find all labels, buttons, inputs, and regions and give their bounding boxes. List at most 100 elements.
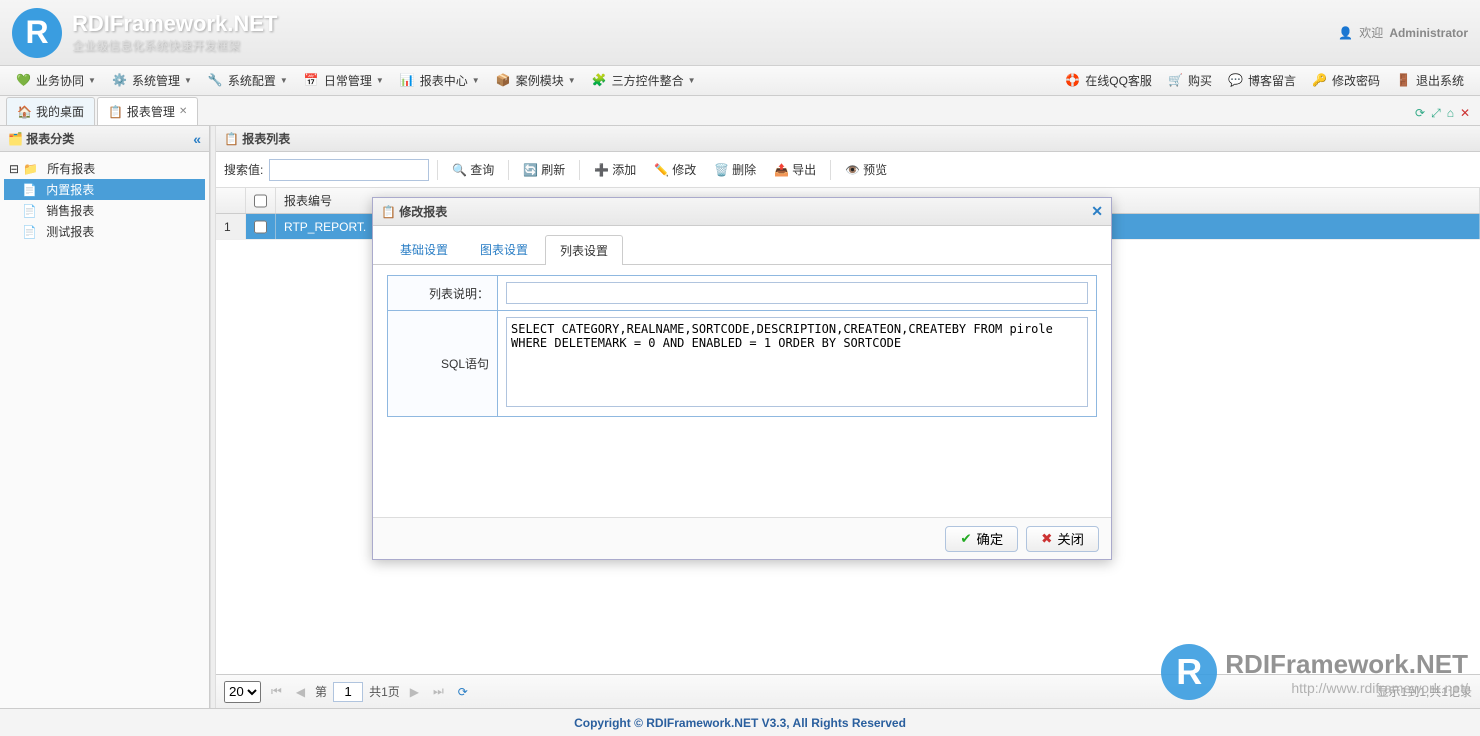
menu-business[interactable]: 💚业务协同▼ (8, 68, 104, 93)
export-icon: 📤 (774, 163, 789, 177)
edit-button[interactable]: ✏️修改 (648, 158, 702, 181)
page-tabbar: 🏠我的桌面 📋报表管理✕ ⟳ ⤢ ⌂ ✕ (0, 96, 1480, 126)
tab-desktop[interactable]: 🏠我的桌面 (6, 97, 95, 125)
page-size-select[interactable]: 20 (224, 681, 261, 703)
select-all-checkbox[interactable] (254, 194, 267, 208)
heart-icon: 💚 (16, 73, 32, 89)
app-header: R RDIFramework.NET 企业级信息化系统快速开发框架 👤 欢迎 A… (0, 0, 1480, 66)
menu-password[interactable]: 🔑修改密码 (1304, 68, 1388, 93)
menu-blog[interactable]: 💬博客留言 (1220, 68, 1304, 93)
add-icon: ➕ (594, 163, 609, 177)
dialog-tab-chart[interactable]: 图表设置 (465, 234, 543, 264)
menu-thirdparty[interactable]: 🧩三方控件整合▼ (584, 68, 704, 93)
logo-icon: R (12, 8, 62, 58)
search-input[interactable] (269, 159, 429, 181)
menu-qq[interactable]: 🛟在线QQ客服 (1057, 68, 1160, 93)
collapse-left-icon[interactable]: « (193, 131, 201, 147)
page-current-input[interactable] (333, 682, 363, 702)
delete-button[interactable]: 🗑️删除 (708, 158, 762, 181)
dialog-buttons: ✔确定 ✖关闭 (373, 517, 1111, 559)
main-title: 报表列表 (242, 130, 290, 147)
sidebar: 🗂️ 报表分类 « ⊟📁 所有报表 📄 内置报表 📄 销售报表 📄 测试报表 (0, 126, 210, 708)
menu-report[interactable]: 📊报表中心▼ (392, 68, 488, 93)
toolbar: 搜索值: 🔍查询 🔄刷新 ➕添加 ✏️修改 🗑️删除 📤导出 👁️预览 (216, 152, 1480, 188)
sidebar-header: 🗂️ 报表分类 « (0, 126, 209, 152)
support-icon: 🛟 (1065, 73, 1081, 89)
preview-button[interactable]: 👁️预览 (839, 158, 893, 181)
check-icon: ✔ (960, 531, 971, 547)
col-checkbox (246, 188, 276, 213)
menu-daily[interactable]: 📅日常管理▼ (296, 68, 392, 93)
tree-node-sales[interactable]: 📄 销售报表 (4, 200, 205, 221)
report-tree: ⊟📁 所有报表 📄 内置报表 📄 销售报表 📄 测试报表 (0, 152, 209, 248)
add-button[interactable]: ➕添加 (588, 158, 642, 181)
page-info: 显示1到1,共1记录 (1377, 683, 1472, 700)
dialog-title: 修改报表 (399, 203, 447, 220)
report-icon: 📋 (108, 105, 123, 119)
page-last-icon[interactable]: ⏭ (429, 682, 448, 701)
ok-button[interactable]: ✔确定 (945, 526, 1018, 552)
desc-label: 列表说明： (388, 276, 498, 311)
menu-buy[interactable]: 🛒购买 (1160, 68, 1220, 93)
search-label: 搜索值: (224, 161, 263, 178)
logo-block: R RDIFramework.NET 企业级信息化系统快速开发框架 (12, 8, 277, 58)
export-button[interactable]: 📤导出 (768, 158, 822, 181)
dialog-tab-basic[interactable]: 基础设置 (385, 234, 463, 264)
comment-icon: 💬 (1228, 73, 1244, 89)
menu-logout[interactable]: 🚪退出系统 (1388, 68, 1472, 93)
cancel-icon: ✖ (1041, 531, 1052, 547)
dialog-titlebar[interactable]: 📋 修改报表 ✕ (373, 198, 1111, 226)
wrench-icon: 🔧 (208, 73, 224, 89)
dialog-tab-list[interactable]: 列表设置 (545, 235, 623, 265)
user-icon: 👤 (1338, 26, 1353, 40)
row-checkbox[interactable] (254, 220, 267, 234)
gear-icon: ⚙️ (112, 73, 128, 89)
tree-collapse-icon[interactable]: ⊟ (8, 162, 20, 176)
folder-icon: 📁 (23, 162, 38, 176)
dialog-body: 列表说明： SQL语句 SELECT CATEGORY,REALNAME,SOR… (373, 265, 1111, 427)
page-reload-icon[interactable]: ⟳ (454, 683, 472, 701)
refresh-button[interactable]: 🔄刷新 (517, 158, 571, 181)
tree-node-test[interactable]: 📄 测试报表 (4, 221, 205, 242)
page-first-icon[interactable]: ⏮ (267, 682, 286, 701)
dialog-spacer (373, 427, 1111, 517)
tab-close-icon[interactable]: ✕ (179, 106, 187, 117)
tab-report-manage[interactable]: 📋报表管理✕ (97, 97, 198, 125)
main-menubar: 💚业务协同▼ ⚙️系统管理▼ 🔧系统配置▼ 📅日常管理▼ 📊报表中心▼ 📦案例模… (0, 66, 1480, 96)
edit-icon: ✏️ (654, 163, 669, 177)
dialog-tabs: 基础设置 图表设置 列表设置 (373, 226, 1111, 265)
tab-tool-close-icon[interactable]: ✕ (1460, 106, 1470, 121)
dialog-close-icon[interactable]: ✕ (1091, 203, 1103, 220)
col-rownum (216, 188, 246, 213)
doc-icon: 📄 (22, 225, 37, 239)
preview-icon: 👁️ (845, 163, 860, 177)
plugin-icon: 🧩 (592, 73, 608, 89)
row-checkbox-cell (246, 214, 276, 239)
list-icon: 📋 (224, 132, 239, 146)
sql-label: SQL语句 (388, 311, 498, 417)
page-total: 共1页 (369, 683, 400, 700)
edit-report-dialog: 📋 修改报表 ✕ 基础设置 图表设置 列表设置 列表说明： SQL语句 SELE… (372, 197, 1112, 560)
dialog-icon: 📋 (381, 205, 396, 219)
page-prev-icon[interactable]: ◀ (292, 683, 309, 701)
desc-input[interactable] (506, 282, 1088, 304)
menu-case[interactable]: 📦案例模块▼ (488, 68, 584, 93)
cart-icon: 🛒 (1168, 73, 1184, 89)
doc-icon: 📄 (22, 204, 37, 218)
delete-icon: 🗑️ (714, 163, 729, 177)
tab-tool-fullscreen-icon[interactable]: ⤢ (1431, 106, 1441, 121)
app-title: RDIFramework.NET (72, 11, 277, 37)
sql-textarea[interactable]: SELECT CATEGORY,REALNAME,SORTCODE,DESCRI… (506, 317, 1088, 407)
tree-node-builtin[interactable]: 📄 内置报表 (4, 179, 205, 200)
menu-system-config[interactable]: 🔧系统配置▼ (200, 68, 296, 93)
tab-tool-home-icon[interactable]: ⌂ (1447, 106, 1454, 121)
form-table: 列表说明： SQL语句 SELECT CATEGORY,REALNAME,SOR… (387, 275, 1097, 417)
app-subtitle: 企业级信息化系统快速开发框架 (72, 37, 277, 54)
home-icon: 🏠 (17, 105, 32, 119)
tab-tool-refresh-icon[interactable]: ⟳ (1415, 106, 1425, 121)
menu-system-manage[interactable]: ⚙️系统管理▼ (104, 68, 200, 93)
search-button[interactable]: 🔍查询 (446, 158, 500, 181)
page-next-icon[interactable]: ▶ (406, 683, 423, 701)
close-button[interactable]: ✖关闭 (1026, 526, 1099, 552)
tree-root[interactable]: ⊟📁 所有报表 (4, 158, 205, 179)
